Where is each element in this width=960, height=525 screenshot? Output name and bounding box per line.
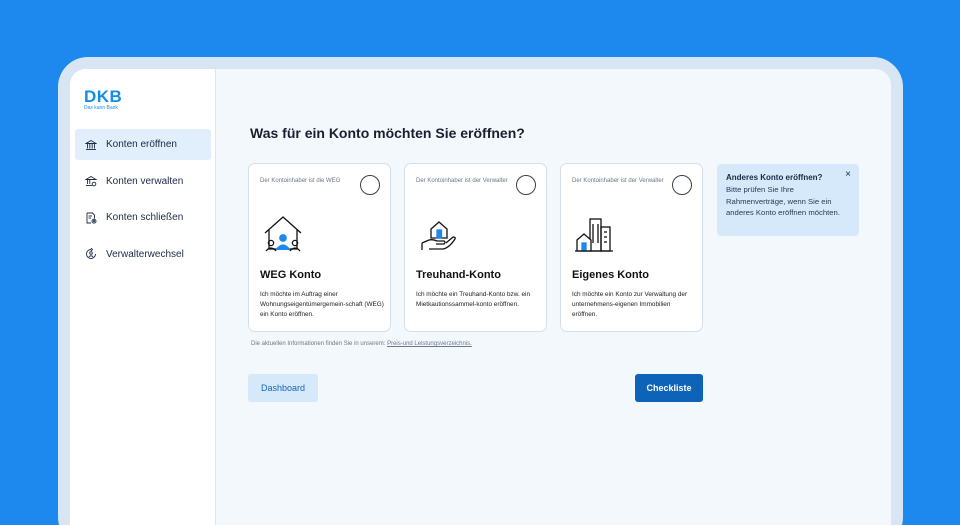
sidebar-item-verwalterwechsel[interactable]: Verwalterwechsel <box>75 239 211 270</box>
logo-mark: DKB <box>84 87 123 106</box>
document-close-icon <box>86 212 97 224</box>
account-card-eigenes[interactable]: Der Kontoinhaber ist der Verwalter Eigen… <box>560 163 703 332</box>
card-description: Ich möchte ein Treuhand-Konto bzw. ein M… <box>416 291 531 308</box>
hand-house-icon <box>421 221 456 250</box>
account-card-weg[interactable]: Der Kontoinhaber ist die WEG WEG Konto I… <box>248 163 391 332</box>
card-hint: Der Kontoinhaber ist der Verwalter <box>416 178 508 184</box>
card-hint: Der Kontoinhaber ist die WEG <box>260 178 341 184</box>
info-banner: Anderes Konto eröffnen? Bitte prüfen Sie… <box>717 164 859 236</box>
sidebar-item-label: Konten eröffnen <box>106 139 177 150</box>
bank-icon <box>85 139 97 150</box>
app-screen: DKB Das kann Bank Konten eröffnen Konten… <box>70 69 891 525</box>
card-title: Eigenes Konto <box>572 269 650 281</box>
card-radio[interactable] <box>360 175 380 195</box>
card-description: Ich möchte im Auftrag einer Wohnungseige… <box>260 291 384 318</box>
sidebar-item-label: Verwalterwechsel <box>106 248 184 260</box>
swap-person-icon <box>86 248 96 259</box>
card-hint: Der Kontoinhaber ist der Verwalter <box>572 178 664 184</box>
sidebar-item-konten-verwalten[interactable]: Konten verwalten <box>75 166 211 197</box>
main-content: Was für ein Konto möchten Sie eröffnen? … <box>216 69 891 525</box>
checkliste-button[interactable]: Checkliste <box>635 374 703 402</box>
sidebar-nav: Konten eröffnen Konten verwalten Konten … <box>75 129 211 275</box>
dkb-logo[interactable]: DKB Das kann Bank <box>84 88 122 111</box>
sidebar: DKB Das kann Bank Konten eröffnen Konten… <box>70 69 216 525</box>
dashboard-button[interactable]: Dashboard <box>248 374 318 402</box>
card-radio[interactable] <box>516 175 536 195</box>
house-community-icon <box>264 216 302 252</box>
sidebar-item-konten-eroeffnen[interactable]: Konten eröffnen <box>75 129 211 160</box>
page-title: Was für ein Konto möchten Sie eröffnen? <box>250 125 525 141</box>
info-text: Bitte prüfen Sie Ihre Rahmenverträge, we… <box>726 185 840 217</box>
card-radio[interactable] <box>672 175 692 195</box>
footnote: Die aktuellen Informationen finden Sie i… <box>251 341 472 347</box>
card-title: Treuhand-Konto <box>416 269 501 281</box>
price-list-link[interactable]: Preis-und Leistungsverzeichnis. <box>387 341 472 347</box>
sidebar-item-label: Konten schließen <box>106 212 184 223</box>
card-description: Ich möchte ein Konto zur Verwaltung der … <box>572 291 688 318</box>
account-card-treuhand[interactable]: Der Kontoinhaber ist der Verwalter Treuh… <box>404 163 547 332</box>
card-title: WEG Konto <box>260 269 322 281</box>
info-title: Anderes Konto eröffnen? <box>726 173 823 182</box>
close-icon[interactable]: × <box>845 170 851 180</box>
bank-settings-icon <box>85 175 97 187</box>
footnote-text: Die aktuellen Informationen finden Sie i… <box>251 341 388 347</box>
logo-tagline: Das kann Bank <box>84 105 118 111</box>
sidebar-item-konten-schliessen[interactable]: Konten schließen <box>75 202 211 233</box>
sidebar-item-label: Konten verwalten <box>106 175 184 187</box>
buildings-icon <box>575 218 613 252</box>
